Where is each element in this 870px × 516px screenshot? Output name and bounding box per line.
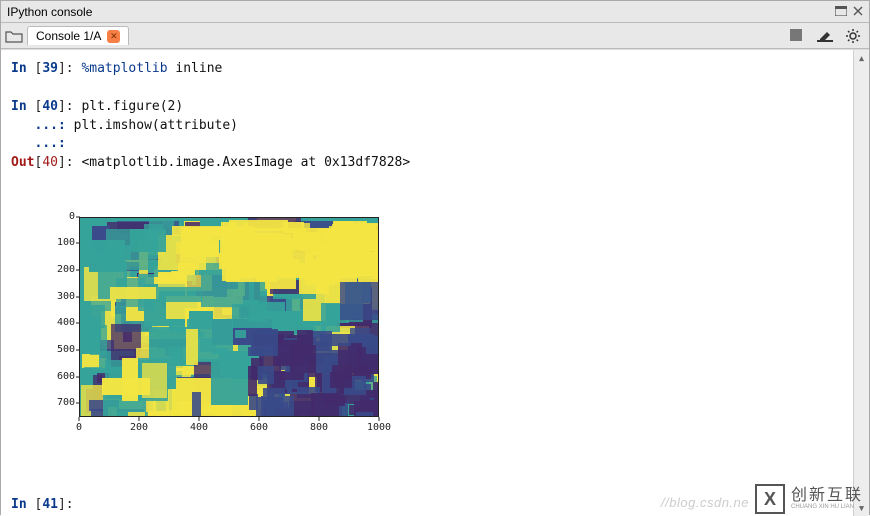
- clear-icon[interactable]: [817, 28, 833, 44]
- code-line: %matplotlib inline: [81, 61, 222, 76]
- vertical-scrollbar[interactable]: ▴ ▾: [853, 50, 869, 516]
- x-tick-label: 200: [130, 421, 148, 436]
- title-bar: IPython console: [1, 1, 869, 23]
- tab-close-icon[interactable]: ✕: [107, 30, 120, 43]
- in-prompt: In [39]:: [11, 61, 81, 76]
- x-axis: 02004006008001000: [79, 417, 379, 437]
- code-line: plt.imshow(attribute): [74, 118, 238, 133]
- heatmap-image: [79, 217, 379, 417]
- stop-icon[interactable]: [789, 28, 805, 44]
- x-tick-label: 800: [310, 421, 328, 436]
- tab-bar: Console 1/A ✕: [1, 23, 869, 49]
- code-line: plt.figure(2): [81, 99, 183, 114]
- y-tick-label: 300: [57, 290, 75, 305]
- console-content[interactable]: In [39]: %matplotlib inline In [40]: plt…: [1, 50, 853, 516]
- y-tick-label: 700: [57, 396, 75, 411]
- y-tick-label: 100: [57, 236, 75, 251]
- dock-icon[interactable]: [835, 5, 847, 19]
- x-tick-label: 0: [76, 421, 82, 436]
- brand-name: 创新互联: [791, 488, 863, 504]
- y-tick-label: 600: [57, 370, 75, 385]
- console-area: In [39]: %matplotlib inline In [40]: plt…: [1, 49, 869, 516]
- inline-figure: 0100200300400500600700 02004006008001000: [39, 177, 384, 459]
- brand-logo: X 创新互联 CHUANG XIN HU LIAN: [755, 484, 863, 514]
- window-title: IPython console: [7, 5, 92, 19]
- tab-label: Console 1/A: [36, 29, 101, 43]
- browse-tabs-icon[interactable]: [5, 29, 23, 43]
- brand-mark-icon: X: [755, 484, 785, 514]
- x-tick-label: 1000: [367, 421, 391, 436]
- y-tick-label: 200: [57, 263, 75, 278]
- close-icon[interactable]: [853, 5, 863, 19]
- x-tick-label: 600: [250, 421, 268, 436]
- y-axis: 0100200300400500600700: [39, 217, 79, 417]
- out-prompt: Out[40]:: [11, 155, 81, 170]
- brand-sub: CHUANG XIN HU LIAN: [791, 504, 863, 510]
- repr-output: <matplotlib.image.AxesImage at 0x13df782…: [81, 155, 410, 170]
- scroll-up-icon[interactable]: ▴: [854, 50, 869, 66]
- plot-area: 0100200300400500600700 02004006008001000: [39, 215, 384, 440]
- continuation-prompt: ...:: [11, 118, 74, 133]
- in-prompt: In [40]:: [11, 99, 81, 114]
- options-gear-icon[interactable]: [845, 28, 861, 44]
- y-tick-label: 500: [57, 343, 75, 358]
- continuation-prompt: ...:: [11, 136, 74, 151]
- watermark-text: //blog.csdn.ne: [661, 495, 749, 510]
- console-tab[interactable]: Console 1/A ✕: [27, 26, 129, 45]
- in-prompt: In [41]:: [11, 497, 81, 512]
- x-tick-label: 400: [190, 421, 208, 436]
- y-tick-label: 400: [57, 316, 75, 331]
- y-tick-label: 0: [69, 210, 75, 225]
